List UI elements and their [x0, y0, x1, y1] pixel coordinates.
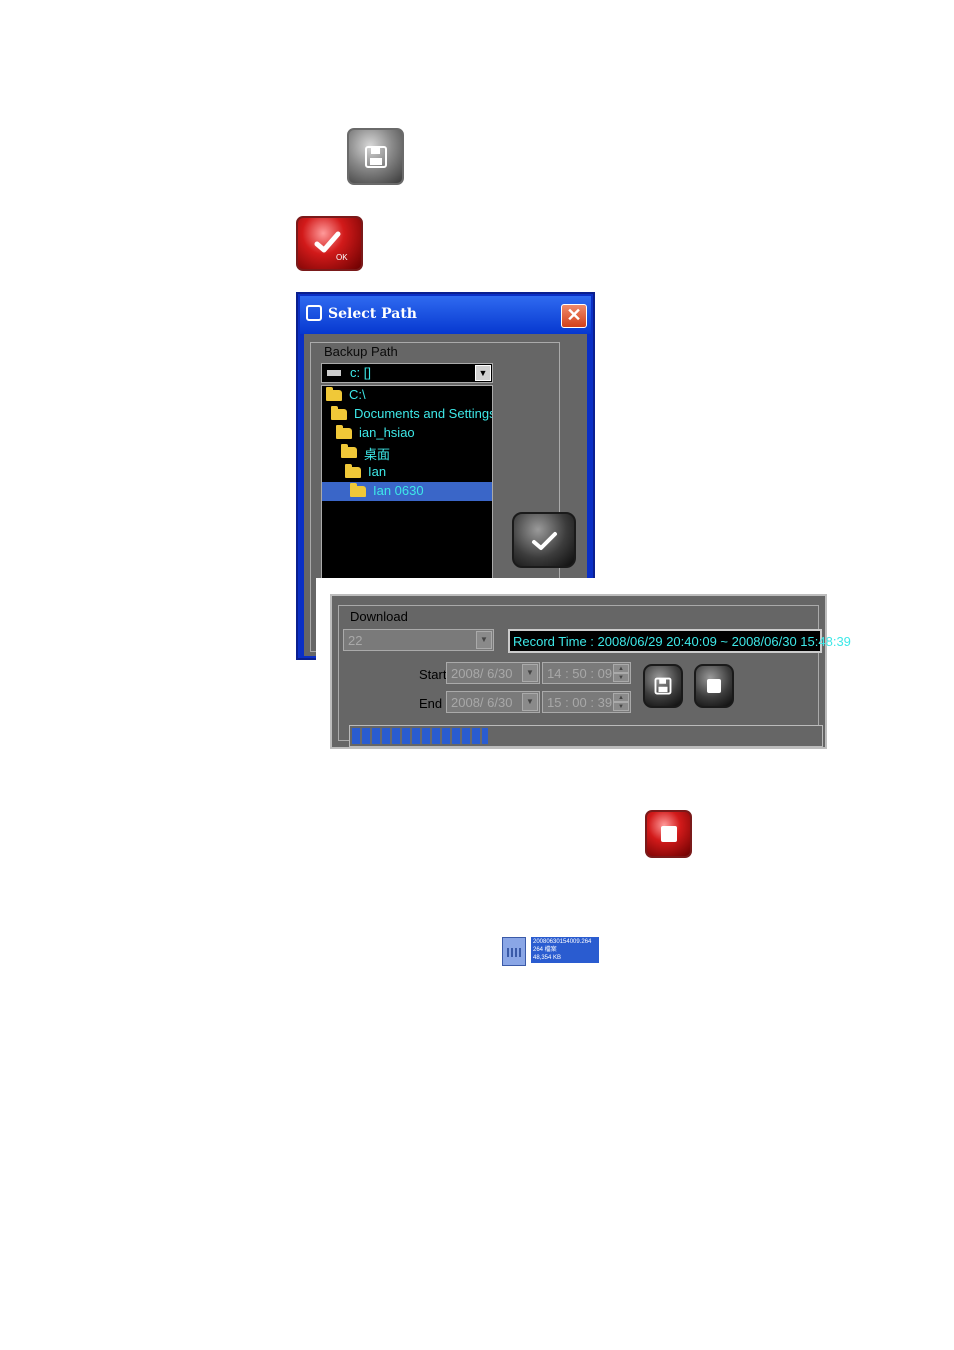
tree-item[interactable]: ian_hsiao [322, 424, 492, 443]
start-time-value: 14 : 50 : 09 [547, 666, 613, 681]
tree-item-label: 桌面 [364, 447, 391, 462]
tree-item[interactable]: Documents and Settings [322, 405, 492, 424]
spin-up-icon[interactable]: ▲ [613, 693, 629, 702]
folder-icon [331, 406, 347, 420]
end-time-value: 15 : 00 : 39 [547, 695, 613, 710]
channel-value: 22 [348, 633, 363, 648]
dialog-title: Select Path [328, 306, 417, 322]
download-stop-button[interactable] [694, 664, 734, 708]
file-size: 48,354 KB [533, 955, 562, 961]
download-label: Download [349, 609, 409, 624]
drive-select[interactable]: c: [] ▼ [321, 363, 493, 383]
progress-fill [352, 728, 488, 744]
file-icon[interactable] [502, 937, 526, 966]
folder-icon [345, 464, 361, 478]
start-date-value: 2008/ 6/30 [451, 666, 513, 681]
start-time-spinner[interactable]: 14 : 50 : 09 ▲ ▼ [542, 662, 631, 684]
tree-item-selected[interactable]: Ian 0630 [322, 482, 492, 501]
arrow-line [434, 511, 436, 569]
chevron-down-icon[interactable]: ▼ [522, 664, 538, 682]
record-time-display: Record Time : 2008/06/29 20:40:09 ~ 2008… [508, 629, 851, 653]
download-group: Download 22 ▼ Record Time : 2008/06/29 2… [338, 605, 851, 747]
tree-item-label: ian_hsiao [359, 425, 415, 440]
download-panel: Download 22 ▼ Record Time : 2008/06/29 2… [330, 594, 851, 749]
stop-square-icon [707, 679, 721, 693]
checkmark-icon [532, 532, 557, 550]
floppy-disk-icon [654, 677, 672, 695]
tree-item[interactable]: Ian [322, 463, 492, 482]
channel-select[interactable]: 22 ▼ [343, 629, 494, 651]
spin-down-icon[interactable]: ▼ [613, 673, 629, 682]
stop-square-icon [661, 826, 677, 842]
ok-button[interactable]: OK [296, 216, 363, 271]
end-date-picker[interactable]: 2008/ 6/30 ▼ [446, 691, 540, 713]
open-folder-icon [350, 483, 366, 497]
file-type: 264 檔案 [533, 947, 557, 953]
folder-icon [336, 425, 352, 439]
stop-button[interactable] [645, 810, 692, 858]
tree-item-label: Ian 0630 [373, 483, 424, 498]
dialog-titlebar[interactable]: Select Path ✕ [300, 296, 591, 334]
end-time-spinner[interactable]: 15 : 00 : 39 ▲ ▼ [542, 691, 631, 713]
start-label: Start [419, 667, 447, 682]
start-date-picker[interactable]: 2008/ 6/30 ▼ [446, 662, 540, 684]
end-label: End [419, 696, 443, 711]
folder-icon [326, 387, 342, 401]
ok-badge: OK [336, 253, 348, 262]
record-time-text: Record Time : 2008/06/29 20:40:09 ~ 2008… [513, 634, 851, 649]
download-progress-bar [349, 725, 823, 747]
app-icon [306, 305, 322, 321]
backup-path-label: Backup Path [323, 344, 399, 359]
chevron-down-icon[interactable]: ▼ [522, 693, 538, 711]
chevron-down-icon[interactable]: ▼ [476, 631, 492, 649]
confirm-path-button[interactable] [512, 512, 576, 568]
save-button[interactable] [347, 128, 404, 185]
floppy-disk-icon [365, 146, 387, 168]
tree-item-label: Ian [368, 464, 387, 479]
tree-item-label: Documents and Settings [354, 406, 493, 421]
tree-item[interactable]: 桌面 [322, 443, 492, 462]
file-name: 20080630154009.264 [533, 939, 592, 945]
arrow-down-icon [428, 567, 442, 578]
spin-down-icon[interactable]: ▼ [613, 702, 629, 711]
tree-item-label: C:\ [349, 387, 366, 402]
close-button[interactable]: ✕ [561, 304, 587, 328]
drive-value: c: [] [350, 365, 371, 380]
drive-icon [327, 370, 341, 376]
spin-up-icon[interactable]: ▲ [613, 664, 629, 673]
download-save-button[interactable] [643, 664, 683, 708]
file-info[interactable]: 20080630154009.264 264 檔案 48,354 KB [531, 937, 599, 963]
close-icon: ✕ [566, 305, 582, 325]
chevron-down-icon[interactable]: ▼ [475, 365, 491, 381]
folder-icon [341, 444, 357, 458]
tree-item[interactable]: C:\ [322, 386, 492, 405]
end-date-value: 2008/ 6/30 [451, 695, 513, 710]
